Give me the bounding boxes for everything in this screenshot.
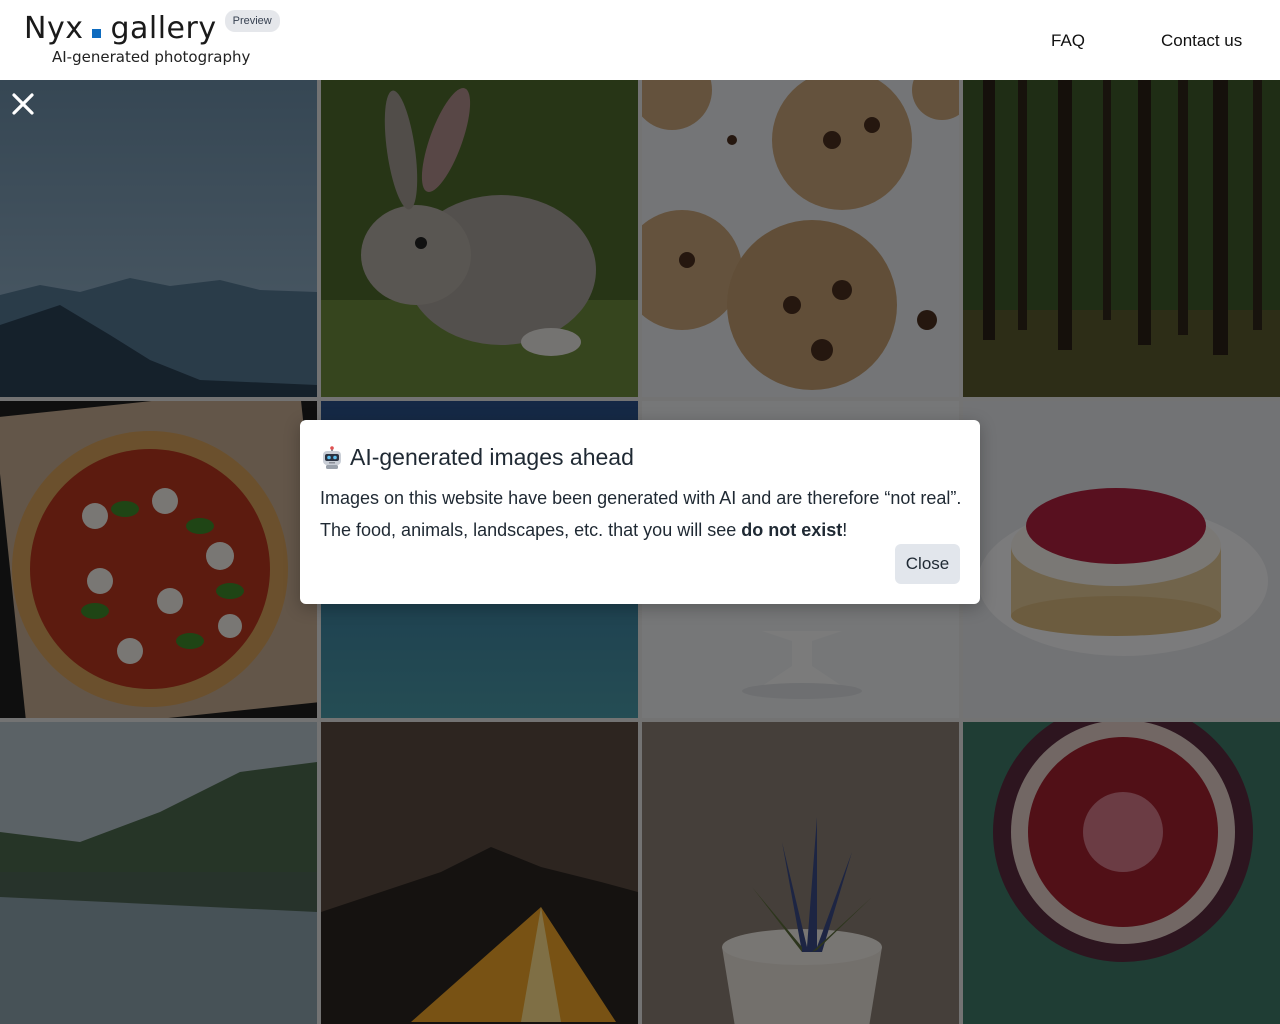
modal-body-line2: The food, animals, landscapes, etc. that… bbox=[320, 520, 847, 541]
close-button[interactable]: Close bbox=[895, 544, 960, 584]
logo[interactable]: Nyx gallery Preview bbox=[24, 8, 280, 48]
modal-title: AI-generated images ahead bbox=[320, 444, 634, 471]
logo-text-right: gallery bbox=[110, 10, 217, 46]
site-header: Nyx gallery Preview AI-generated photogr… bbox=[0, 0, 1280, 80]
modal-body-line1: Images on this website have been generat… bbox=[320, 488, 962, 508]
modal-title-text: AI-generated images ahead bbox=[350, 444, 634, 470]
logo-text-left: Nyx bbox=[24, 10, 84, 46]
ai-disclaimer-modal: AI-generated images ahead Images on this… bbox=[300, 420, 980, 604]
modal-line2-bold: do not exist bbox=[741, 520, 843, 540]
logo-dot bbox=[92, 28, 102, 38]
modal-line2-suffix: ! bbox=[842, 520, 848, 540]
preview-badge: Preview bbox=[224, 10, 280, 32]
tagline: AI-generated photography bbox=[52, 48, 251, 66]
modal-line2-prefix: The food, animals, landscapes, etc. that… bbox=[320, 520, 742, 540]
robot-icon bbox=[323, 445, 341, 469]
nav-faq[interactable]: FAQ bbox=[1051, 31, 1085, 51]
close-icon[interactable] bbox=[10, 91, 36, 117]
nav-contact[interactable]: Contact us bbox=[1161, 31, 1242, 51]
